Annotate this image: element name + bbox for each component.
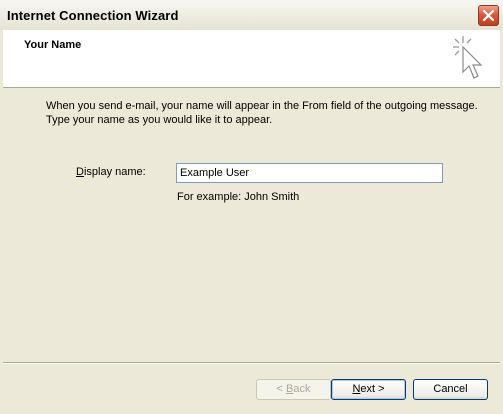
wizard-window: Internet Connection Wizard Your Name Whe…	[0, 0, 503, 414]
close-button[interactable]	[478, 5, 499, 26]
page-title: Your Name	[24, 39, 82, 51]
wizard-content: When you send e-mail, your name will app…	[3, 88, 500, 362]
footer-separator	[3, 362, 500, 364]
back-label-rest: ack	[293, 383, 311, 395]
wizard-header: Your Name	[3, 30, 500, 88]
display-name-label-text: isplay name:	[83, 166, 146, 178]
display-name-label: Display name:	[76, 166, 146, 178]
title-bar[interactable]: Internet Connection Wizard	[0, 0, 503, 30]
example-hint: For example: John Smith	[177, 191, 300, 203]
wizard-cursor-icon	[453, 36, 483, 79]
back-button[interactable]: < Back	[256, 379, 331, 400]
display-name-accelerator: D	[76, 166, 84, 178]
intro-line-2: Type your name as you would like it to a…	[46, 114, 273, 126]
cancel-button[interactable]: Cancel	[413, 379, 488, 400]
close-icon	[482, 9, 495, 22]
window-title: Internet Connection Wizard	[7, 8, 179, 23]
intro-line-1: When you send e-mail, your name will app…	[46, 100, 478, 112]
next-button[interactable]: Next >	[331, 379, 406, 400]
back-prefix: <	[276, 383, 286, 395]
intro-text: When you send e-mail, your name will app…	[46, 99, 486, 127]
display-name-input[interactable]	[176, 163, 443, 183]
next-label-rest: ext >	[360, 383, 385, 395]
